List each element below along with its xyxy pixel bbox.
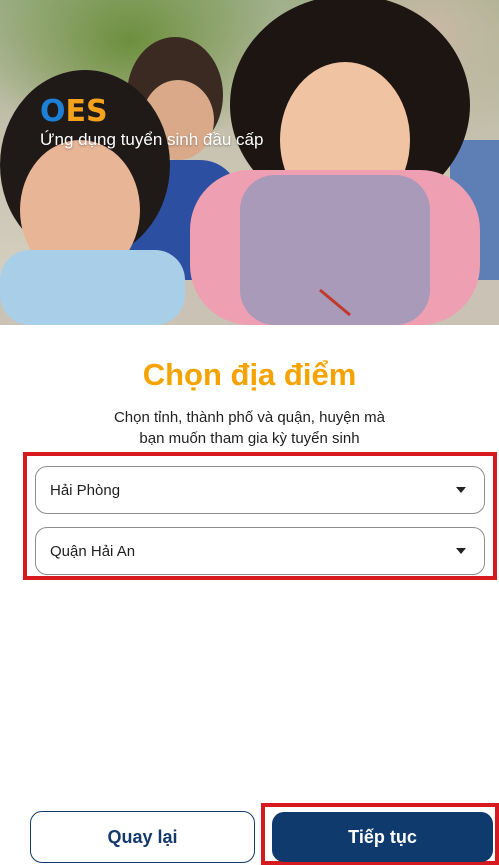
province-select-value: Hải Phòng xyxy=(50,481,121,499)
page-title: Chọn địa điểm xyxy=(142,357,357,392)
district-select[interactable]: Quận Hải An xyxy=(35,527,485,575)
subtitle-line-2: bạn muốn tham gia kỳ tuyển sinh xyxy=(139,430,360,447)
page-subtitle: Chọn tỉnh, thành phố và quận, huyện mà b… xyxy=(0,407,499,449)
chevron-down-icon xyxy=(456,548,466,554)
province-select[interactable]: Hải Phòng xyxy=(35,466,485,514)
next-button-highlight: Tiếp tục xyxy=(261,803,499,865)
app-tagline: Ứng dụng tuyển sinh đầu cấp xyxy=(40,130,264,149)
location-selects-highlight: Hải Phòng Quận Hải An xyxy=(23,452,497,580)
app-logo: OES xyxy=(40,94,108,129)
brand-block: OES Ứng dụng tuyển sinh đầu cấp xyxy=(40,95,263,151)
hero-image: OES Ứng dụng tuyển sinh đầu cấp xyxy=(0,0,499,325)
district-select-value: Quận Hải An xyxy=(50,542,136,560)
next-button[interactable]: Tiếp tục xyxy=(272,812,493,862)
back-button[interactable]: Quay lại xyxy=(30,811,255,863)
subtitle-line-1: Chọn tỉnh, thành phố và quận, huyện mà xyxy=(113,409,386,426)
students-illustration xyxy=(0,0,499,325)
chevron-down-icon xyxy=(456,487,466,493)
